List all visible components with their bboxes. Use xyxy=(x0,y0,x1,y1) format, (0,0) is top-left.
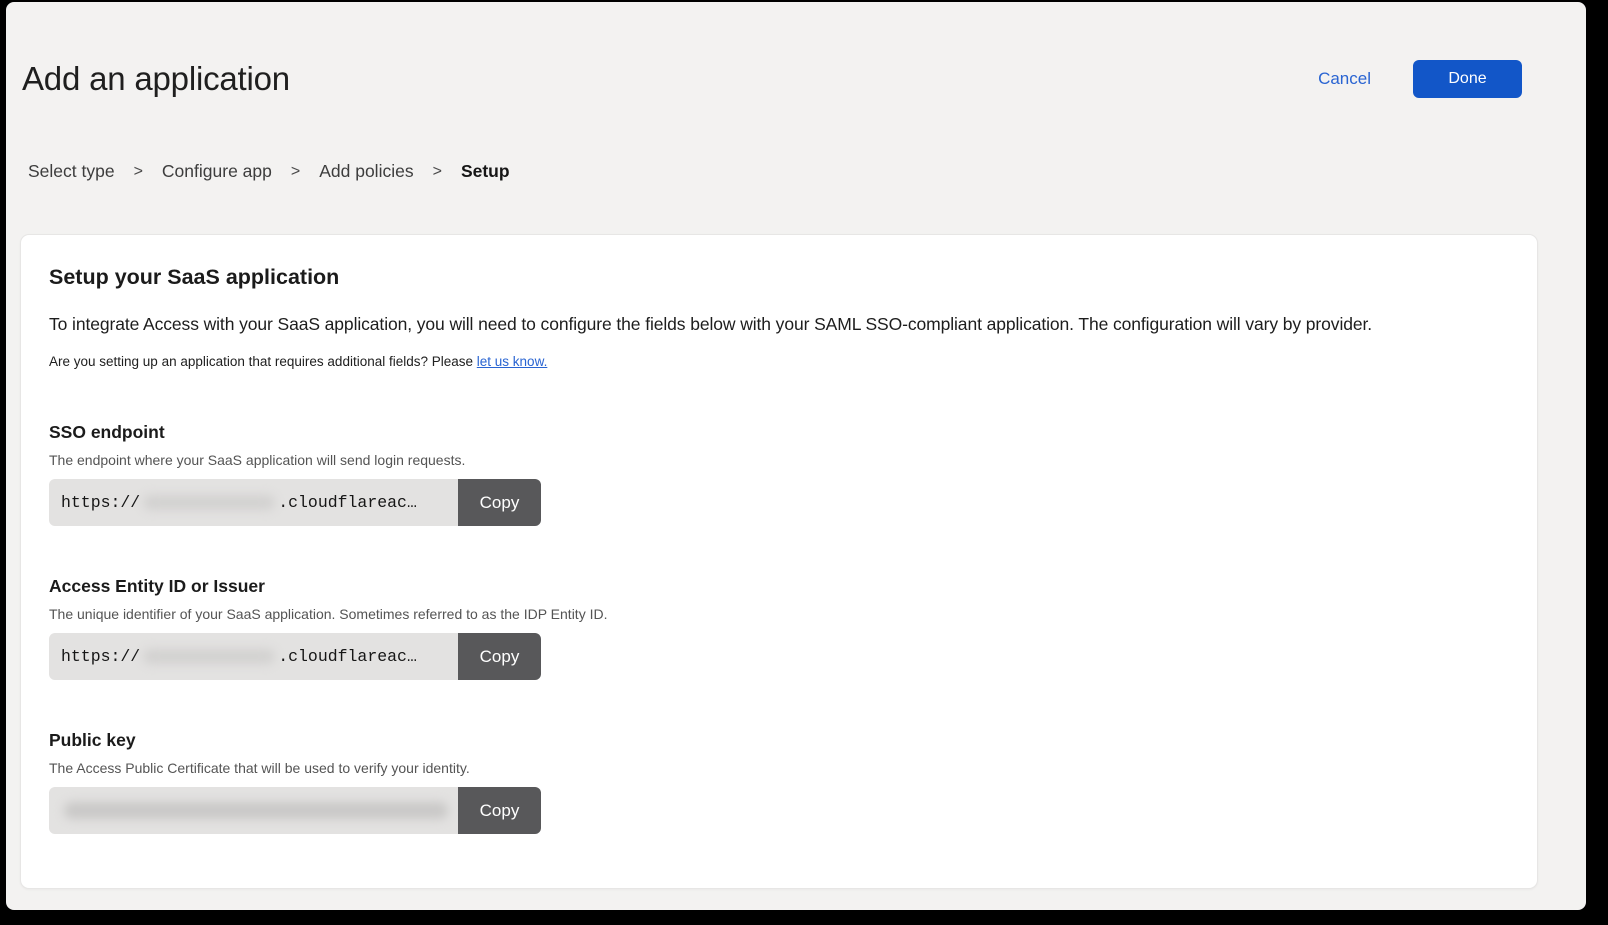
page-header: Add an application Cancel Done xyxy=(6,2,1586,98)
breadcrumb-step-add-policies[interactable]: Add policies xyxy=(319,161,413,182)
breadcrumb: Select type > Configure app > Add polici… xyxy=(6,161,1586,182)
intro-text: To integrate Access with your SaaS appli… xyxy=(49,314,1509,335)
chevron-separator: > xyxy=(433,163,442,181)
setup-card: Setup your SaaS application To integrate… xyxy=(20,234,1538,889)
value-suffix: .cloudflareac… xyxy=(278,647,417,666)
card-heading: Setup your SaaS application xyxy=(49,265,1509,290)
app-window: Add an application Cancel Done Select ty… xyxy=(6,2,1586,910)
field-description: The Access Public Certificate that will … xyxy=(49,760,1509,776)
public-key-value xyxy=(49,787,458,834)
redacted-text xyxy=(143,649,275,664)
header-actions: Cancel Done xyxy=(1318,60,1522,98)
field-description: The unique identifier of your SaaS appli… xyxy=(49,606,1509,622)
note-text: Are you setting up an application that r… xyxy=(49,354,477,369)
redacted-text xyxy=(143,495,275,510)
entity-id-value-row: https:// .cloudflareac… Copy xyxy=(49,633,541,680)
sso-endpoint-value-row: https:// .cloudflareac… Copy xyxy=(49,479,541,526)
breadcrumb-step-configure-app[interactable]: Configure app xyxy=(162,161,272,182)
field-sso-endpoint: SSO endpoint The endpoint where your Saa… xyxy=(49,422,1509,526)
field-description: The endpoint where your SaaS application… xyxy=(49,452,1509,468)
value-prefix: https:// xyxy=(61,493,140,512)
let-us-know-link[interactable]: let us know. xyxy=(477,354,548,369)
page-title: Add an application xyxy=(22,60,290,98)
redacted-text xyxy=(64,802,448,819)
field-public-key: Public key The Access Public Certificate… xyxy=(49,730,1509,834)
copy-button[interactable]: Copy xyxy=(458,633,541,680)
value-prefix: https:// xyxy=(61,647,140,666)
chevron-separator: > xyxy=(291,163,300,181)
field-label: Public key xyxy=(49,730,1509,751)
public-key-value-row: Copy xyxy=(49,787,541,834)
additional-fields-note: Are you setting up an application that r… xyxy=(49,354,1509,369)
chevron-separator: > xyxy=(134,163,143,181)
breadcrumb-step-setup: Setup xyxy=(461,161,510,182)
value-suffix: .cloudflareac… xyxy=(278,493,417,512)
done-button[interactable]: Done xyxy=(1413,60,1522,98)
copy-button[interactable]: Copy xyxy=(458,787,541,834)
field-access-entity-id: Access Entity ID or Issuer The unique id… xyxy=(49,576,1509,680)
copy-button[interactable]: Copy xyxy=(458,479,541,526)
sso-endpoint-value: https:// .cloudflareac… xyxy=(49,479,458,526)
field-label: Access Entity ID or Issuer xyxy=(49,576,1509,597)
breadcrumb-step-select-type[interactable]: Select type xyxy=(28,161,115,182)
entity-id-value: https:// .cloudflareac… xyxy=(49,633,458,680)
field-label: SSO endpoint xyxy=(49,422,1509,443)
cancel-button[interactable]: Cancel xyxy=(1318,69,1371,89)
